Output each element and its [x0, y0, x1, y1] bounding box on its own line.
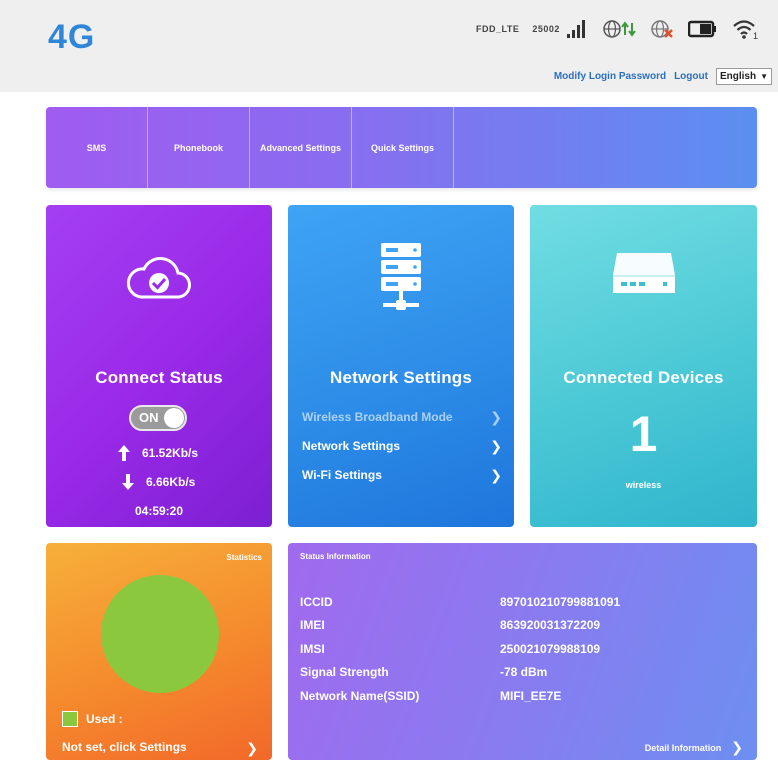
download-speed-row: 6.66Kb/s: [122, 474, 195, 490]
info-value: 897010210799881091: [500, 594, 621, 609]
connect-status-title: Connect Status: [95, 368, 223, 387]
info-key: IMEI: [300, 618, 325, 633]
settings-link-label: Not set, click Settings: [62, 740, 187, 754]
detail-link-label: Detail Information: [644, 742, 722, 753]
connect-status-card: Connect Status ON 61.52Kb/s 6.66Kb/s 04:…: [46, 205, 272, 527]
link-label: Network Settings: [302, 439, 401, 453]
table-row: Signal Strength -78 dBm: [300, 661, 620, 685]
network-settings-title: Network Settings: [329, 368, 473, 387]
upload-speed: 61.52Kb/s: [142, 446, 199, 460]
nav-item-advanced-settings[interactable]: Advanced Settings: [250, 107, 352, 188]
language-value: English: [719, 71, 757, 82]
wifi-client-count: 1: [753, 31, 758, 40]
nav-item-phonebook[interactable]: Phonebook: [148, 107, 250, 188]
nav-item-quick-settings[interactable]: Quick Settings: [352, 107, 454, 188]
arrow-up-icon: [118, 445, 130, 461]
router-device-icon: [612, 253, 675, 293]
network-code: 25002: [532, 24, 560, 34]
table-row: ICCID 897010210799881091: [300, 590, 620, 614]
info-key: IMSI: [300, 641, 325, 656]
chevron-right-icon: ❯: [490, 437, 502, 454]
info-value: 250021079988109: [500, 641, 601, 656]
status-information-title: Status Information: [300, 552, 371, 561]
link-network-settings[interactable]: Network Settings ❯: [302, 436, 502, 456]
network-info: FDD_LTE 25002: [476, 24, 570, 34]
connection-uptime: 04:59:20: [134, 504, 184, 518]
roaming-globe-off-icon: [651, 20, 673, 38]
link-label: Wi-Fi Settings: [302, 468, 382, 482]
device-count: 1: [629, 406, 658, 462]
chevron-right-icon: ❯: [490, 466, 502, 483]
statistics-title: Statistics: [226, 553, 262, 562]
download-speed: 6.66Kb/s: [146, 475, 196, 489]
wifi-icon: 1: [733, 20, 758, 40]
toggle-knob: [164, 408, 184, 428]
battery-icon: [688, 20, 716, 38]
signal-bars-icon: [567, 20, 585, 38]
info-key: Network Name(SSID): [300, 688, 420, 703]
main-nav: SMS Phonebook Advanced Settings Quick Se…: [46, 107, 757, 188]
legend-swatch: [62, 711, 78, 727]
info-key: ICCID: [300, 594, 333, 609]
toggle-label: ON: [139, 410, 159, 425]
link-wifi-settings[interactable]: Wi-Fi Settings ❯: [302, 465, 502, 485]
nav-item-sms[interactable]: SMS: [46, 107, 148, 188]
chevron-down-icon: ▼: [760, 72, 768, 81]
device-count-subtitle: wireless: [625, 480, 662, 490]
language-select[interactable]: English ▼: [715, 68, 772, 85]
status-icons: 1: [566, 18, 758, 40]
chevron-right-icon: ❯: [490, 408, 502, 425]
usage-pie-chart: [101, 575, 219, 693]
info-value: -78 dBm: [500, 665, 548, 680]
chevron-right-icon: ❯: [731, 739, 743, 755]
usage-legend: Used :: [62, 711, 123, 727]
legend-label: Used :: [86, 712, 123, 726]
statistics-card: Statistics Used : Not set, click Setting…: [46, 543, 272, 760]
network-mode: FDD_LTE: [476, 24, 520, 34]
top-links: Modify Login Password Logout English ▼: [554, 68, 772, 85]
server-stack-icon: [381, 243, 421, 310]
table-row: IMSI 250021079988109: [300, 637, 620, 661]
arrow-down-icon: [122, 474, 134, 490]
chevron-right-icon: ❯: [246, 740, 258, 756]
connected-devices-title: Connected Devices: [563, 368, 724, 387]
connected-devices-card[interactable]: Connected Devices 1 wireless: [530, 205, 757, 527]
status-information-card: Status Information ICCID 897010210799881…: [288, 543, 757, 760]
statistics-settings-link[interactable]: Not set, click Settings ❯: [62, 740, 258, 757]
header: 4G FDD_LTE 25002 1 Modify Login Password…: [0, 0, 778, 92]
status-info-table: ICCID 897010210799881091 IMEI 8639200313…: [300, 590, 620, 708]
connection-toggle[interactable]: ON: [129, 405, 187, 431]
link-wireless-broadband-mode[interactable]: Wireless Broadband Mode ❯: [302, 407, 502, 427]
upload-speed-row: 61.52Kb/s: [118, 445, 198, 461]
table-row: Network Name(SSID) MIFI_EE7E: [300, 684, 620, 708]
network-settings-card: Network Settings Wireless Broadband Mode…: [288, 205, 514, 527]
globe-data-icon: [603, 20, 636, 38]
info-value: 863920031372209: [500, 618, 601, 633]
table-row: IMEI 863920031372209: [300, 614, 620, 638]
detail-information-link[interactable]: Detail Information ❯: [645, 739, 743, 756]
logout-link[interactable]: Logout: [674, 71, 708, 82]
logo: 4G: [48, 18, 96, 56]
info-value: MIFI_EE7E: [500, 688, 562, 703]
modify-password-link[interactable]: Modify Login Password: [554, 71, 666, 82]
cloud-check-icon: [126, 257, 191, 299]
info-key: Signal Strength: [300, 665, 389, 680]
link-label: Wireless Broadband Mode: [302, 410, 453, 424]
